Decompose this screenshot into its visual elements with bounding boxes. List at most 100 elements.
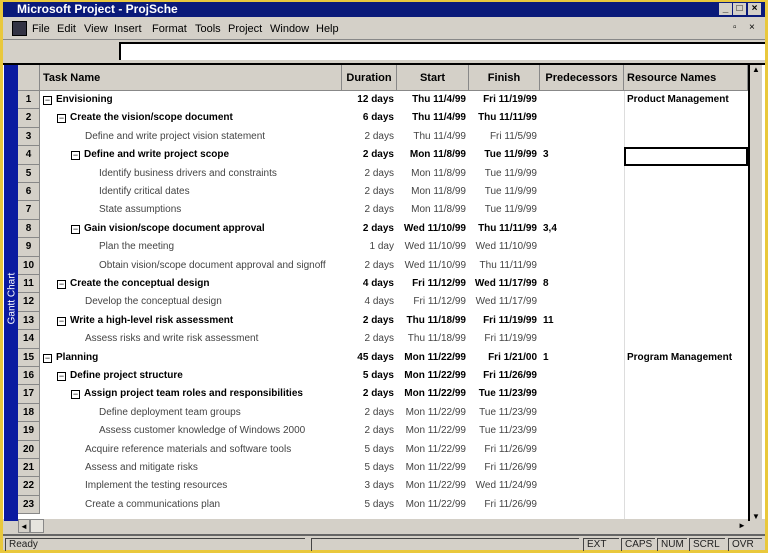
task-name-cell[interactable]: − Gain vision/scope document approval [40, 220, 342, 238]
row-number[interactable]: 3 [18, 127, 40, 147]
resource-names-cell[interactable] [624, 312, 748, 330]
start-cell[interactable]: Thu 11/18/99 [397, 330, 469, 348]
predecessors-cell[interactable] [540, 238, 624, 256]
task-name-cell[interactable]: Create a communications plan [40, 496, 342, 514]
duration-cell[interactable]: 3 days [342, 477, 397, 495]
finish-cell[interactable]: Fri 11/26/99 [469, 441, 540, 459]
task-name-cell[interactable]: − Write a high-level risk assessment [40, 312, 342, 330]
task-name-cell[interactable]: Define and write project vision statemen… [40, 128, 342, 146]
duration-cell[interactable]: 4 days [342, 293, 397, 311]
predecessors-cell[interactable] [540, 367, 624, 385]
start-cell[interactable]: Wed 11/10/99 [397, 220, 469, 238]
selected-cell[interactable] [624, 147, 748, 166]
row-number[interactable]: 4 [18, 146, 40, 165]
finish-cell[interactable]: Fri 1/21/00 [469, 349, 540, 367]
duration-cell[interactable]: 2 days [342, 385, 397, 403]
predecessors-cell[interactable]: 1 [540, 349, 624, 367]
predecessors-cell[interactable]: 8 [540, 275, 624, 293]
menu-file[interactable]: File [32, 23, 50, 35]
collapse-icon[interactable]: − [57, 114, 66, 124]
select-all-corner[interactable] [18, 65, 40, 91]
duration-cell[interactable]: 2 days [342, 165, 397, 183]
row-number[interactable]: 6 [18, 183, 40, 202]
duration-cell[interactable]: 1 day [342, 238, 397, 256]
collapse-icon[interactable]: − [57, 280, 66, 289]
finish-cell[interactable]: Tue 11/23/99 [469, 385, 540, 403]
finish-cell[interactable]: Tue 11/23/99 [469, 404, 540, 422]
finish-cell[interactable]: Fri 11/19/99 [469, 312, 540, 330]
resource-names-cell[interactable]: Program Management [624, 349, 748, 367]
scroll-left-arrow-icon[interactable]: ◄ [18, 519, 30, 533]
duration-cell[interactable]: 2 days [342, 128, 397, 146]
resource-names-cell[interactable] [624, 109, 748, 127]
duration-cell[interactable]: 5 days [342, 496, 397, 514]
resource-names-cell[interactable] [624, 330, 748, 348]
predecessors-cell[interactable] [540, 496, 624, 514]
finish-cell[interactable]: Fri 11/19/99 [469, 91, 540, 109]
predecessors-cell[interactable] [540, 183, 624, 201]
horizontal-scrollbar[interactable]: ◄ ► [18, 519, 748, 533]
finish-cell[interactable]: Tue 11/9/99 [469, 146, 540, 164]
start-cell[interactable]: Mon 11/22/99 [397, 404, 469, 422]
doc-restore-button[interactable]: ▫ [733, 22, 737, 33]
minimize-button[interactable]: _ [719, 3, 732, 15]
resource-names-cell[interactable] [624, 275, 748, 293]
duration-cell[interactable]: 45 days [342, 349, 397, 367]
collapse-icon[interactable]: − [43, 96, 52, 105]
start-cell[interactable]: Mon 11/8/99 [397, 201, 469, 219]
duration-cell[interactable]: 2 days [342, 201, 397, 219]
predecessors-cell[interactable] [540, 441, 624, 459]
start-cell[interactable]: Thu 11/18/99 [397, 312, 469, 330]
duration-cell[interactable]: 5 days [342, 367, 397, 385]
finish-cell[interactable]: Wed 11/10/99 [469, 238, 540, 256]
predecessors-cell[interactable] [540, 128, 624, 146]
collapse-icon[interactable]: − [57, 316, 66, 326]
scroll-up-arrow-icon[interactable]: ▲ [750, 65, 762, 74]
view-bar[interactable]: Gantt Chart [4, 65, 18, 521]
menu-tools[interactable]: Tools [195, 23, 221, 35]
finish-cell[interactable]: Tue 11/9/99 [469, 183, 540, 201]
scroll-right-arrow-icon[interactable]: ► [736, 519, 748, 533]
finish-cell[interactable]: Thu 11/11/99 [469, 109, 540, 127]
finish-cell[interactable]: Thu 11/11/99 [469, 220, 540, 238]
finish-cell[interactable]: Fri 11/26/99 [469, 459, 540, 477]
task-name-cell[interactable]: Assess customer knowledge of Windows 200… [40, 422, 342, 440]
duration-cell[interactable]: 5 days [342, 441, 397, 459]
task-name-cell[interactable]: Define deployment team groups [40, 404, 342, 422]
resource-names-cell[interactable]: Product Management [624, 91, 748, 109]
menu-window[interactable]: Window [270, 23, 309, 35]
resource-names-cell[interactable] [624, 367, 748, 385]
start-cell[interactable]: Fri 11/12/99 [397, 293, 469, 311]
finish-cell[interactable]: Tue 11/9/99 [469, 165, 540, 183]
task-name-cell[interactable]: Plan the meeting [40, 238, 342, 256]
collapse-icon[interactable]: − [71, 224, 80, 234]
predecessors-cell[interactable]: 3 [540, 146, 624, 164]
row-number[interactable]: 7 [18, 201, 40, 220]
finish-cell[interactable]: Tue 11/23/99 [469, 422, 540, 440]
task-name-cell[interactable]: − Envisioning [40, 91, 342, 109]
task-name-cell[interactable]: − Planning [40, 349, 342, 367]
predecessors-cell[interactable] [540, 257, 624, 275]
menu-edit[interactable]: Edit [57, 23, 76, 35]
resource-names-cell[interactable] [624, 441, 748, 459]
row-number[interactable]: 13 [18, 311, 40, 331]
duration-cell[interactable]: 12 days [342, 91, 397, 109]
task-name-cell[interactable]: Obtain vision/scope document approval an… [40, 257, 342, 275]
row-number[interactable]: 14 [18, 330, 40, 349]
start-cell[interactable]: Mon 11/8/99 [397, 146, 469, 164]
header-duration[interactable]: Duration [342, 65, 397, 91]
task-name-cell[interactable]: − Define and write project scope [40, 146, 342, 164]
task-name-cell[interactable]: − Create the conceptual design [40, 275, 342, 293]
menu-view[interactable]: View [84, 23, 108, 35]
resource-names-cell[interactable] [624, 404, 748, 422]
predecessors-cell[interactable] [540, 165, 624, 183]
resource-names-cell[interactable] [624, 238, 748, 256]
resource-names-cell[interactable] [624, 477, 748, 495]
row-number[interactable]: 15 [18, 348, 40, 367]
scroll-thumb[interactable] [30, 519, 44, 533]
row-number[interactable]: 11 [18, 275, 40, 294]
finish-cell[interactable]: Fri 11/26/99 [469, 367, 540, 385]
start-cell[interactable]: Mon 11/22/99 [397, 422, 469, 440]
finish-cell[interactable]: Wed 11/17/99 [469, 293, 540, 311]
predecessors-cell[interactable] [540, 385, 624, 403]
